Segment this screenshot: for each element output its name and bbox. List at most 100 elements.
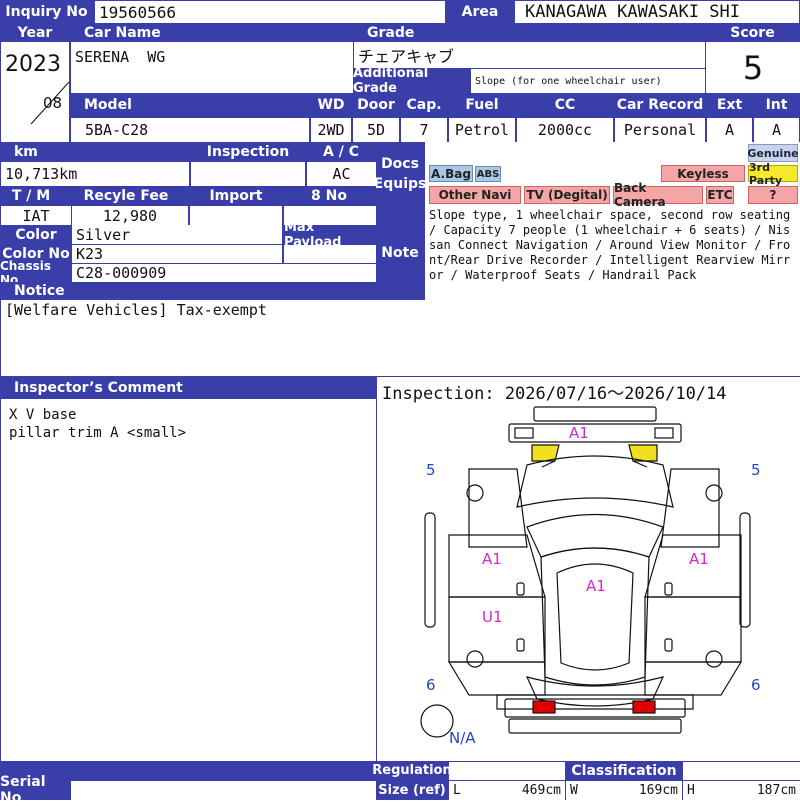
wd-value: 2WD	[311, 118, 351, 142]
km-value: 10,713km	[1, 162, 189, 186]
recycle-value: 12,980	[72, 206, 188, 225]
unknown-badge: ?	[748, 186, 798, 204]
right-front-door-damage: A1	[689, 550, 709, 568]
max-payload-label: Max Payload	[284, 220, 376, 250]
classification-label: Classification	[566, 761, 682, 780]
grade-value: チェアキャブ	[354, 42, 705, 68]
tm-value: IAT	[1, 206, 71, 225]
etc-badge: ETC	[706, 186, 734, 204]
year-box: 2023 08	[1, 42, 69, 142]
max-payload-value	[284, 245, 376, 263]
car-record-label: Car Record	[614, 93, 706, 117]
note-box: Slope type, 1 wheelchair space, second r…	[425, 206, 800, 300]
car-name-value: SERENA WG	[75, 48, 166, 66]
color-no-value: K23	[72, 245, 282, 263]
other-navi-badge: Other Navi	[429, 186, 521, 204]
regulation-value	[449, 762, 565, 780]
km-label: km	[0, 142, 190, 161]
docs-label: Docs	[381, 156, 419, 172]
size-l-label: L	[453, 783, 461, 798]
inspection-field-label: Inspection	[190, 142, 306, 161]
tv-badge: TV (Degital)	[524, 186, 610, 204]
year-month: 08	[43, 94, 63, 112]
import-value	[190, 206, 282, 225]
equips-label: Equips	[373, 176, 427, 192]
inspector-comment-box: X V base pillar trim A <small>	[1, 399, 376, 761]
regulation-label: Regulation	[372, 761, 452, 780]
ac-value: AC	[307, 162, 376, 186]
rear-left-tire-tread: 6	[426, 676, 436, 694]
color-value: Silver	[72, 225, 282, 244]
score-label: Score	[705, 24, 800, 42]
notice-value: [Welfare Vehicles] Tax-exempt	[5, 301, 267, 319]
serial-label: Serial No	[0, 774, 70, 806]
inspector-comment-line2: pillar trim A <small>	[9, 425, 187, 441]
score-value: 5	[706, 42, 800, 93]
docs-equips-label: Docs Equips	[373, 142, 427, 206]
rear-right-tire-tread: 6	[751, 676, 761, 694]
inspector-comment-label: Inspector’s Comment	[0, 377, 376, 398]
chassis-label: Chassis No	[0, 259, 72, 287]
spare-tire-label: N/A	[449, 729, 476, 747]
import-label: Import	[190, 186, 282, 206]
ext-label: Ext	[706, 93, 753, 117]
wd-label: WD	[310, 93, 352, 117]
ac-label: A / C	[306, 142, 376, 161]
cap-value: 7	[401, 118, 447, 142]
right-tail-light	[632, 700, 656, 714]
chassis-value: C28-000909	[72, 264, 376, 282]
front-left-tire-tread: 5	[426, 461, 436, 479]
area-value: KANAGAWA KAWASAKI SHI	[515, 1, 799, 23]
int-label: Int	[753, 93, 800, 117]
size-height: H 187cm	[683, 781, 800, 800]
area-label: Area	[447, 0, 513, 24]
inspector-comment-line1: X V base	[9, 407, 77, 423]
ext-value: A	[707, 118, 752, 142]
genuine-badge: Genuine	[747, 144, 799, 162]
color-label: Color	[0, 225, 72, 244]
notice-box: [Welfare Vehicles] Tax-exempt	[1, 300, 800, 376]
equipment-panel: A.Bag ABS Keyless Genuine 3rd Party Othe…	[425, 142, 800, 209]
keyless-badge: Keyless	[661, 165, 745, 182]
size-h-label: H	[687, 783, 695, 798]
cc-label: CC	[516, 93, 614, 117]
year-label: Year	[0, 24, 70, 42]
additional-grade-value: Slope (for one wheelchair user)	[471, 69, 705, 93]
back-camera-badge: Back Camera	[613, 181, 703, 209]
third-party-badge: 3rd Party	[748, 161, 798, 187]
front-bumper-damage: A1	[569, 424, 589, 442]
inquiry-label: Inquiry No	[0, 0, 93, 24]
door-value: 5D	[353, 118, 399, 142]
door-label: Door	[352, 93, 400, 117]
cc-value: 2000cc	[517, 118, 613, 142]
abs-badge: ABS	[475, 166, 501, 182]
additional-grade-label: Additional Grade	[353, 66, 470, 96]
size-h-value: 187cm	[756, 783, 796, 798]
cap-label: Cap.	[400, 93, 448, 117]
year-value: 2023	[5, 52, 61, 77]
notice-label: Notice	[0, 282, 376, 300]
fuel-value: Petrol	[449, 118, 515, 142]
diagram-box: Inspection: 2026/07/16〜2026/10/14 A1 A1 …	[377, 377, 800, 761]
eight-no-label: 8 No	[282, 186, 376, 206]
size-width: W 169cm	[566, 781, 682, 800]
tm-label: T / M	[0, 186, 62, 206]
recycle-label: Recyle Fee	[62, 186, 190, 206]
front-right-tire-tread: 5	[751, 461, 761, 479]
model-value: 5BA-C28	[71, 118, 309, 142]
size-w-label: W	[570, 783, 578, 798]
inquiry-value: 19560566	[95, 1, 445, 23]
left-tail-light	[532, 700, 556, 714]
size-length: L 469cm	[449, 781, 565, 800]
size-l-value: 469cm	[521, 783, 561, 798]
model-label: Model	[70, 93, 310, 117]
abag-badge: A.Bag	[429, 165, 473, 182]
size-ref-label: Size (ref)	[376, 780, 448, 800]
left-front-door-damage: A1	[482, 550, 502, 568]
car-name-box: SERENA WG	[71, 42, 353, 93]
fuel-label: Fuel	[448, 93, 516, 117]
classification-value	[683, 762, 800, 780]
inspection-field-value	[191, 162, 305, 186]
size-w-value: 169cm	[638, 783, 678, 798]
car-record-value: Personal	[615, 118, 705, 142]
